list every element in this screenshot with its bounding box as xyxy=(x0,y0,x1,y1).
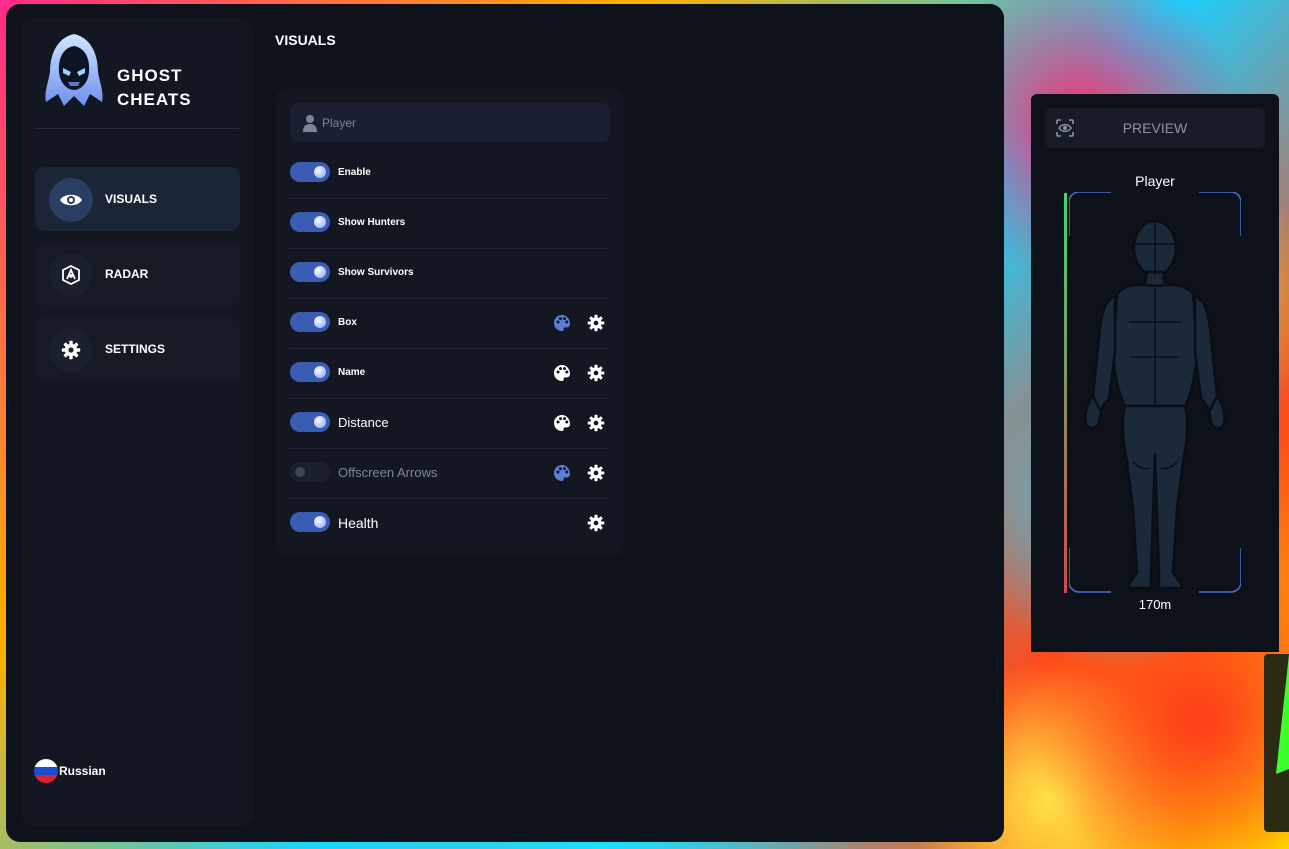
user-icon xyxy=(303,114,317,132)
sidebar-divider xyxy=(35,128,239,129)
show-survivors-toggle[interactable] xyxy=(290,262,330,282)
sidebar-item-label: RADAR xyxy=(105,267,149,281)
option-row-enable: Enable xyxy=(290,148,610,199)
brand-logo: GHOST CHEATS xyxy=(42,32,232,112)
show-hunters-toggle[interactable] xyxy=(290,212,330,232)
distance-toggle[interactable] xyxy=(290,412,330,432)
sidebar-item-label: VISUALS xyxy=(105,192,158,206)
offscreen-arrows-toggle[interactable] xyxy=(290,462,330,482)
option-label: Box xyxy=(338,317,357,328)
language-label: Russian xyxy=(59,764,106,778)
player-figure xyxy=(1069,192,1241,593)
gear-icon[interactable] xyxy=(586,363,606,383)
brand-name: GHOST CHEATS xyxy=(117,64,237,112)
option-label: Name xyxy=(338,367,366,378)
main-window: GHOST CHEATS VISUALS RADAR SETTINGS Russ… xyxy=(6,4,1004,842)
option-label: Health xyxy=(338,515,379,531)
option-label: Show Hunters xyxy=(338,217,406,228)
eye-icon xyxy=(49,178,93,222)
background-window-edge xyxy=(1264,654,1289,832)
radar-icon xyxy=(49,253,93,297)
preview-distance: 170m xyxy=(1138,597,1172,612)
option-row-show-hunters: Show Hunters xyxy=(290,198,610,249)
language-selector[interactable]: Russian xyxy=(34,757,106,785)
option-label: Enable xyxy=(338,167,371,178)
option-label: Distance xyxy=(338,415,389,430)
gear-icon[interactable] xyxy=(586,313,606,333)
sidebar-item-settings[interactable]: SETTINGS xyxy=(35,317,240,381)
brand-line1: GHOST xyxy=(117,66,183,85)
option-row-box: Box xyxy=(290,298,610,349)
health-toggle[interactable] xyxy=(290,512,330,532)
preview-panel: PREVIEW Player 170m xyxy=(1031,94,1279,652)
gear-icon[interactable] xyxy=(586,463,606,483)
page-title: VISUALS xyxy=(275,32,336,48)
gear-icon[interactable] xyxy=(586,513,606,533)
box-toggle[interactable] xyxy=(290,312,330,332)
russia-flag-icon xyxy=(34,759,58,783)
visuals-panel: Player Enable Show Hunters Show Survivor… xyxy=(276,88,624,556)
palette-icon[interactable] xyxy=(552,413,572,433)
option-label: Show Survivors xyxy=(338,267,414,278)
palette-icon[interactable] xyxy=(552,463,572,483)
enable-toggle[interactable] xyxy=(290,162,330,182)
preview-title: PREVIEW xyxy=(1122,120,1188,136)
option-row-name: Name xyxy=(290,348,610,399)
name-toggle[interactable] xyxy=(290,362,330,382)
preview-header-button[interactable]: PREVIEW xyxy=(1045,108,1265,148)
panel-header-label: Player xyxy=(322,115,357,130)
ghost-hood-icon xyxy=(45,34,103,106)
preview-player-name: Player xyxy=(1135,173,1175,189)
sidebar-item-label: SETTINGS xyxy=(105,342,166,356)
option-label: Offscreen Arrows xyxy=(338,465,438,480)
option-row-show-survivors: Show Survivors xyxy=(290,248,610,299)
health-bar xyxy=(1064,193,1067,593)
palette-icon[interactable] xyxy=(552,313,572,333)
gear-icon xyxy=(49,328,93,372)
palette-icon[interactable] xyxy=(552,363,572,383)
gear-icon[interactable] xyxy=(586,413,606,433)
sidebar-item-visuals[interactable]: VISUALS xyxy=(35,167,240,231)
panel-header-player: Player xyxy=(290,103,610,142)
sidebar: GHOST CHEATS VISUALS RADAR SETTINGS Russ… xyxy=(21,18,253,826)
option-row-health: Health xyxy=(290,498,610,548)
sidebar-item-radar[interactable]: RADAR xyxy=(35,242,240,306)
option-row-distance: Distance xyxy=(290,398,610,449)
option-row-offscreen-arrows: Offscreen Arrows xyxy=(290,448,610,499)
brand-line2: CHEATS xyxy=(117,90,192,109)
